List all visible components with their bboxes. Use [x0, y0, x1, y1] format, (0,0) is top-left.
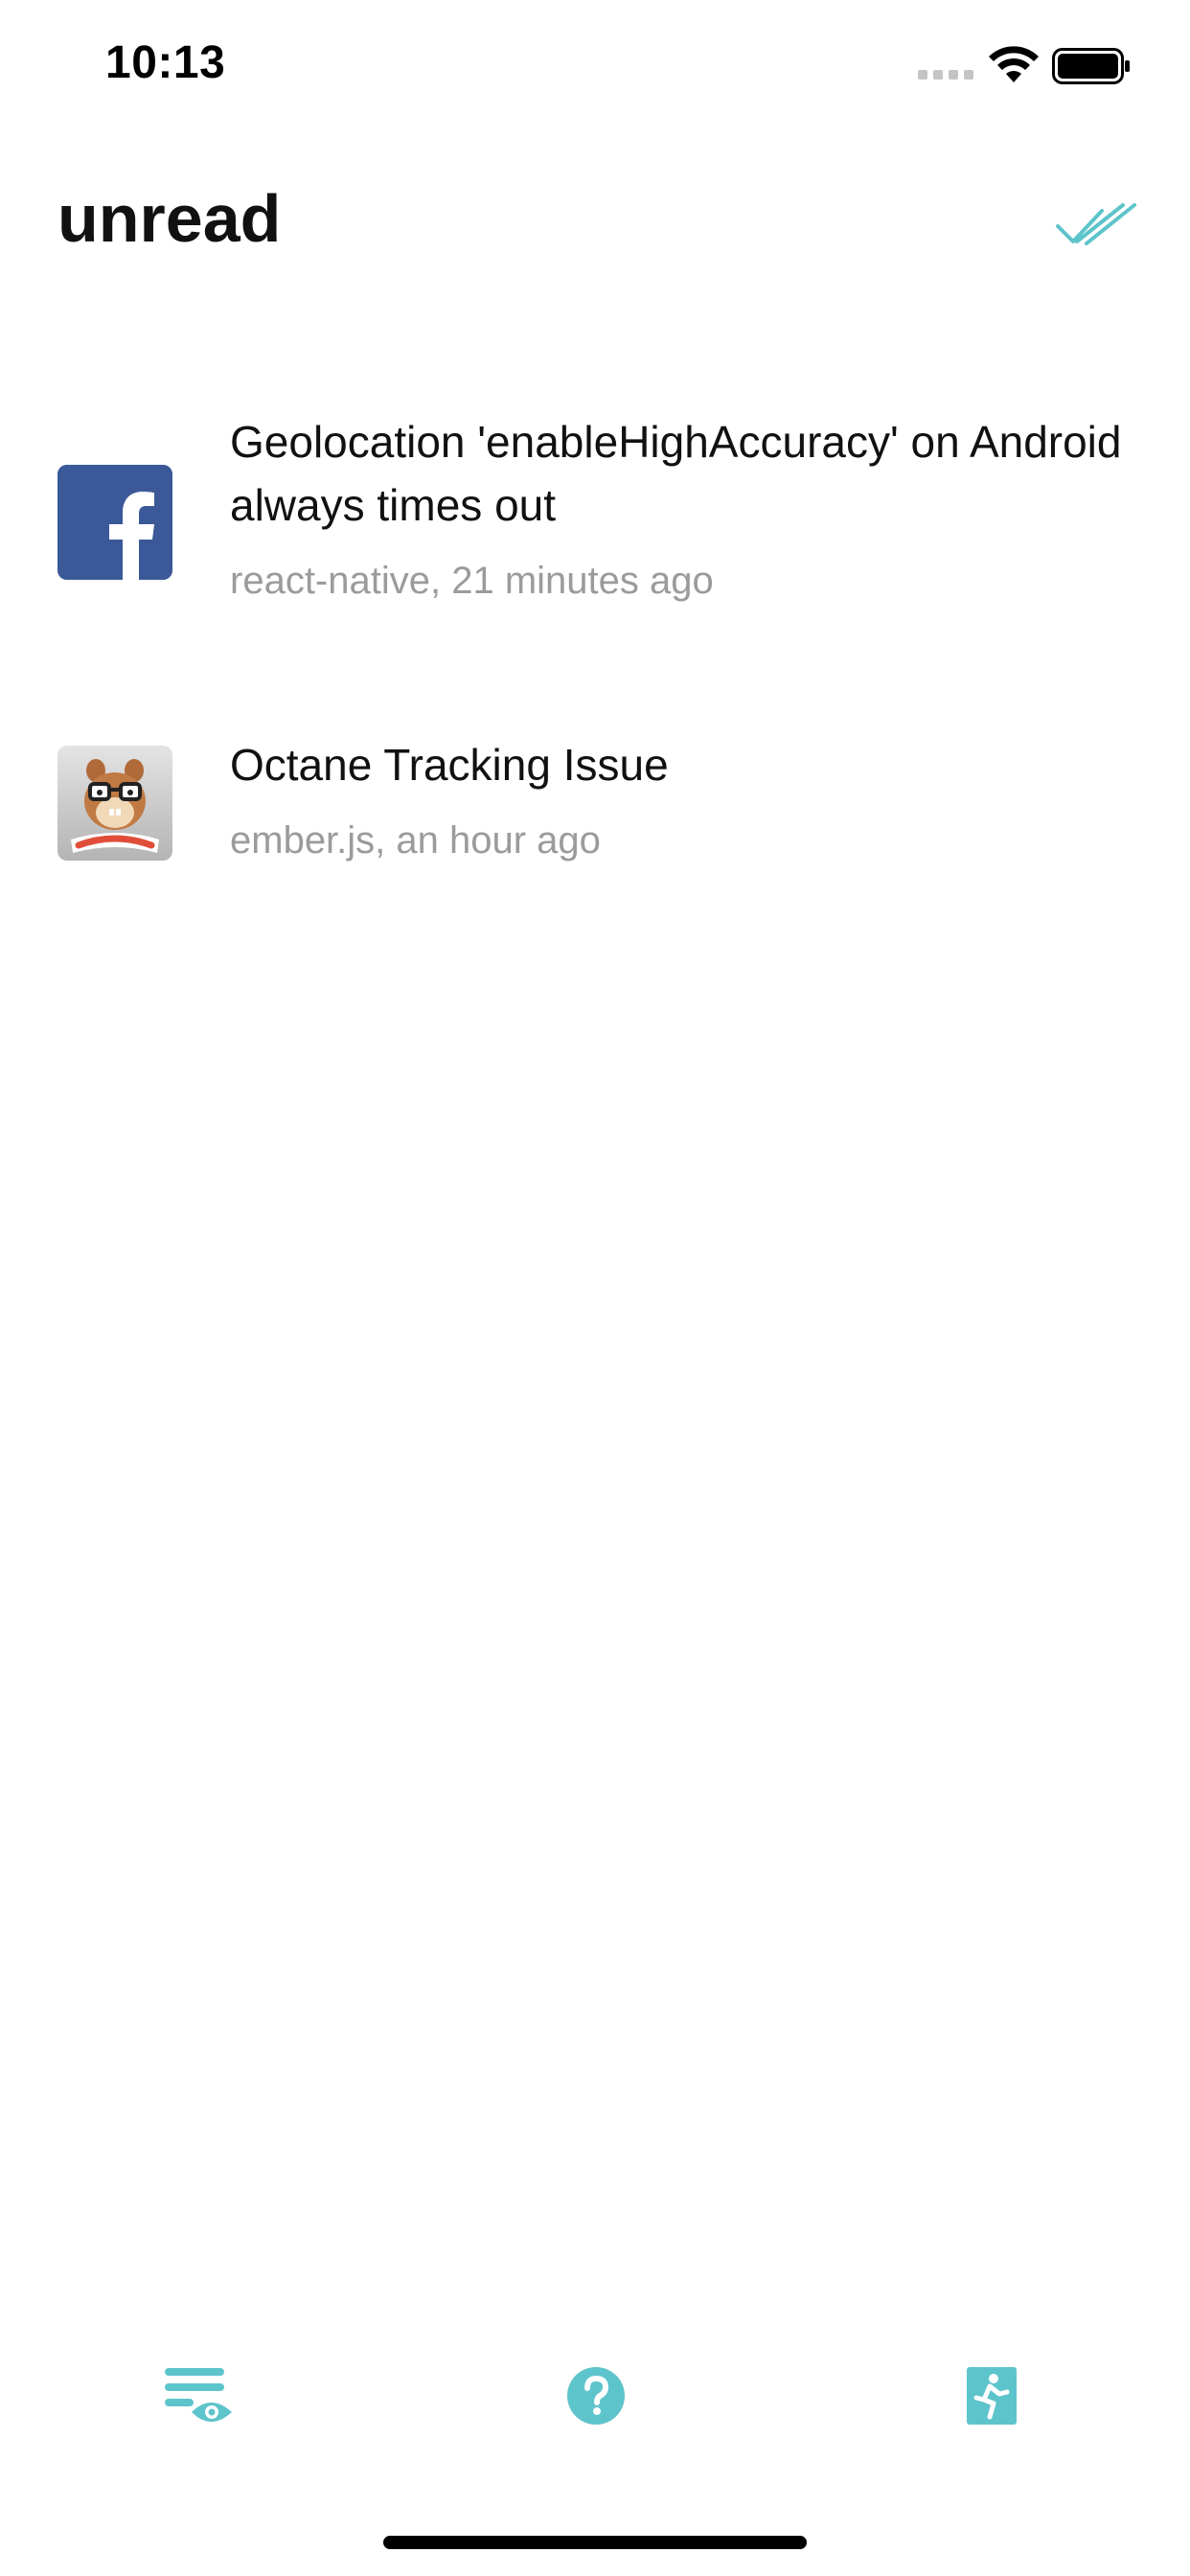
status-bar: 10:13 — [0, 0, 1190, 134]
help-icon — [567, 2367, 625, 2425]
item-meta: react-native, 21 minutes ago — [230, 560, 714, 602]
exit-icon — [967, 2367, 1017, 2425]
item-title: Octane Tracking Issue — [230, 740, 669, 790]
item-title: Geolocation 'enableHighAccuracy' on Andr… — [230, 417, 1122, 530]
tab-help[interactable] — [538, 2338, 653, 2453]
home-indicator[interactable] — [383, 2536, 807, 2549]
item-meta: ember.js, an hour ago — [230, 819, 601, 862]
list-item[interactable]: Geolocation 'enableHighAccuracy' on Andr… — [0, 383, 1190, 632]
ember-logo-icon — [57, 746, 172, 861]
status-time: 10:13 — [105, 37, 226, 88]
tab-bar — [0, 2338, 1190, 2453]
tab-logout[interactable] — [934, 2338, 1049, 2453]
facebook-logo-icon — [57, 465, 172, 580]
wifi-icon — [989, 46, 1039, 82]
double-check-icon[interactable] — [1054, 192, 1140, 259]
header: unread — [0, 153, 1190, 288]
tab-watching[interactable] — [142, 2338, 257, 2453]
list-item[interactable]: Octane Tracking Issue ember.js, an hour … — [0, 700, 1190, 891]
signal-icon — [918, 70, 975, 83]
page-title: unread — [57, 181, 282, 256]
list-eye-icon — [165, 2368, 232, 2422]
battery-icon — [1052, 48, 1130, 84]
